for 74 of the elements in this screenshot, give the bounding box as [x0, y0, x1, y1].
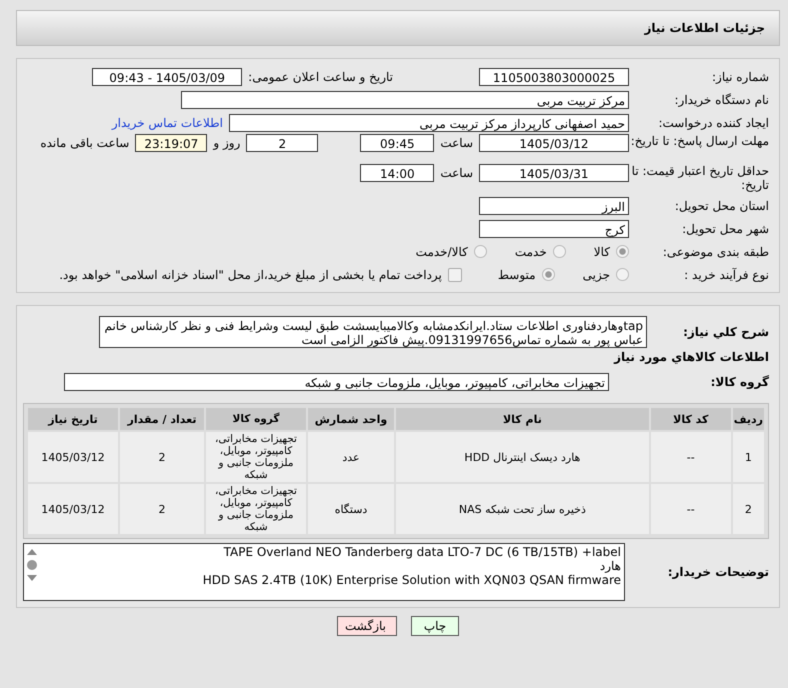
radio-button[interactable] — [616, 245, 629, 258]
field-value: کرج — [479, 220, 629, 238]
option-label: جزیی — [582, 268, 610, 282]
checkbox[interactable] — [448, 268, 462, 282]
field-label: استان محل تحویل: — [674, 198, 769, 212]
column-header: ردیف — [732, 408, 764, 430]
table-cell: تجهیزات مخابراتی، کامپیوتر، موبایل، ملزومات جانبی و شبکه — [206, 484, 306, 534]
field-value: 1405/03/12 — [479, 134, 629, 152]
field-label: روز و — [213, 136, 240, 150]
section-title: اطلاعات کالاهاي مورد نياز — [612, 350, 769, 364]
table-cell: ذخیره ساز تحت شبکه NAS — [396, 484, 649, 534]
table-cell: -- — [650, 484, 731, 534]
column-header: تاریخ نیاز — [28, 408, 118, 430]
field-label: مهلت ارسال پاسخ: تا تاریخ: — [630, 134, 769, 148]
column-header: واحد شمارش — [308, 408, 394, 430]
field-label: ساعت — [440, 166, 473, 180]
scroll-up-icon[interactable] — [26, 548, 38, 556]
back-button[interactable]: بازگشت — [337, 616, 397, 636]
field-label: حداقل تاریخ اعتبار قیمت: تا تاریخ: — [630, 164, 769, 192]
table-cell: دستگاه — [308, 484, 394, 534]
scroll-thumb[interactable] — [27, 560, 37, 570]
contact-link[interactable]: اطلاعات تماس خریدار — [112, 116, 223, 130]
option-label: کالا — [594, 244, 610, 258]
column-header: گروه کالا — [206, 408, 306, 430]
radio-button[interactable] — [542, 268, 555, 281]
table-cell: 2 — [732, 484, 764, 534]
field-value: حمید اصفهانی کارپرداز مرکز تربیت مربی — [229, 114, 629, 132]
field-value: 1405/03/09 - 09:43 — [92, 68, 242, 86]
option-label: متوسط — [498, 268, 536, 282]
field-label: شماره نیاز: — [711, 70, 769, 84]
scroll-down-icon[interactable] — [26, 574, 38, 582]
option-label: خدمت — [514, 244, 547, 258]
table-cell: عدد — [308, 432, 394, 482]
table-cell: 1405/03/12 — [28, 432, 118, 482]
table-cell: -- — [650, 432, 731, 482]
table-cell: هارد دیسک اینترنال HDD — [396, 432, 649, 482]
field-label: گروه کالا: — [710, 374, 769, 388]
radio-button[interactable] — [552, 245, 566, 258]
column-header: نام کالا — [396, 408, 649, 430]
field-value: 2 — [246, 134, 318, 152]
table-cell: 2 — [120, 484, 204, 534]
print-button[interactable]: چاپ — [411, 616, 459, 636]
option-label: کالا/خدمت — [416, 244, 468, 258]
checkbox-label: پرداخت تمام یا بخشی از مبلغ خرید،از محل "اسناد خزانه اسلامی" خواهد بود. — [59, 268, 442, 282]
table-cell: 2 — [120, 432, 204, 482]
field-label: تاریخ و ساعت اعلان عمومی: — [248, 70, 393, 84]
note-line: HDD SAS 2.4TB (10K) Enterprise Solution with XQN03 QSAN firmware — [202, 573, 621, 587]
page-title: جزئیات اطلاعات نیاز — [644, 21, 765, 35]
field-value: 14:00 — [360, 164, 434, 182]
field-value: البرز — [479, 196, 629, 214]
field-value: 09:45 — [360, 134, 434, 152]
note-line: TAPE Overland NEO Tanderberg data LTO-7 DC (6 TB/15TB) +label — [222, 545, 621, 559]
field-value: مرکز تربیت مربی — [181, 90, 629, 108]
column-header: تعداد / مقدار — [120, 408, 204, 430]
table-cell: 1405/03/12 — [28, 484, 118, 534]
field-value: 1405/03/31 — [479, 164, 629, 182]
field-label: نام دستگاه خریدار: — [674, 92, 769, 106]
table-cell: تجهیزات مخابراتی، کامپیوتر، موبایل، ملزومات جانبی و شبکه — [206, 432, 306, 482]
table-cell: 1 — [732, 432, 764, 482]
countdown-value: 23:19:07 — [135, 134, 208, 152]
field-label: نوع فرآیند خرید : — [683, 268, 769, 282]
field-value: 1105003803000025 — [479, 68, 629, 86]
field-label: ایجاد کننده درخواست: — [657, 116, 769, 130]
description-field: tapوهاردفناوری اطلاعات ستاد.ایرانکدمشابه وکالامیبایسشت طبق لیست وشرایط فنی و نظر کارشناس خانم عباس پور به شماره تماس09131997656.پیش فاکتور الزامی است — [99, 316, 647, 348]
note-line: هارد — [598, 559, 621, 573]
field-label: ساعت — [440, 136, 473, 150]
field-label: شهر محل تحویل: — [681, 222, 769, 236]
field-label: طبقه بندی موضوعی: — [662, 244, 769, 258]
field-value: تجهیزات مخابراتی، کامپیوتر، موبایل، ملزومات جانبی و شبکه — [64, 372, 609, 390]
field-label: ساعت باقی مانده — [40, 136, 130, 150]
radio-button[interactable] — [474, 245, 487, 258]
field-label: توضیحات خریدار: — [666, 564, 769, 579]
radio-button[interactable] — [616, 268, 629, 281]
column-header: کد کالا — [650, 408, 731, 430]
